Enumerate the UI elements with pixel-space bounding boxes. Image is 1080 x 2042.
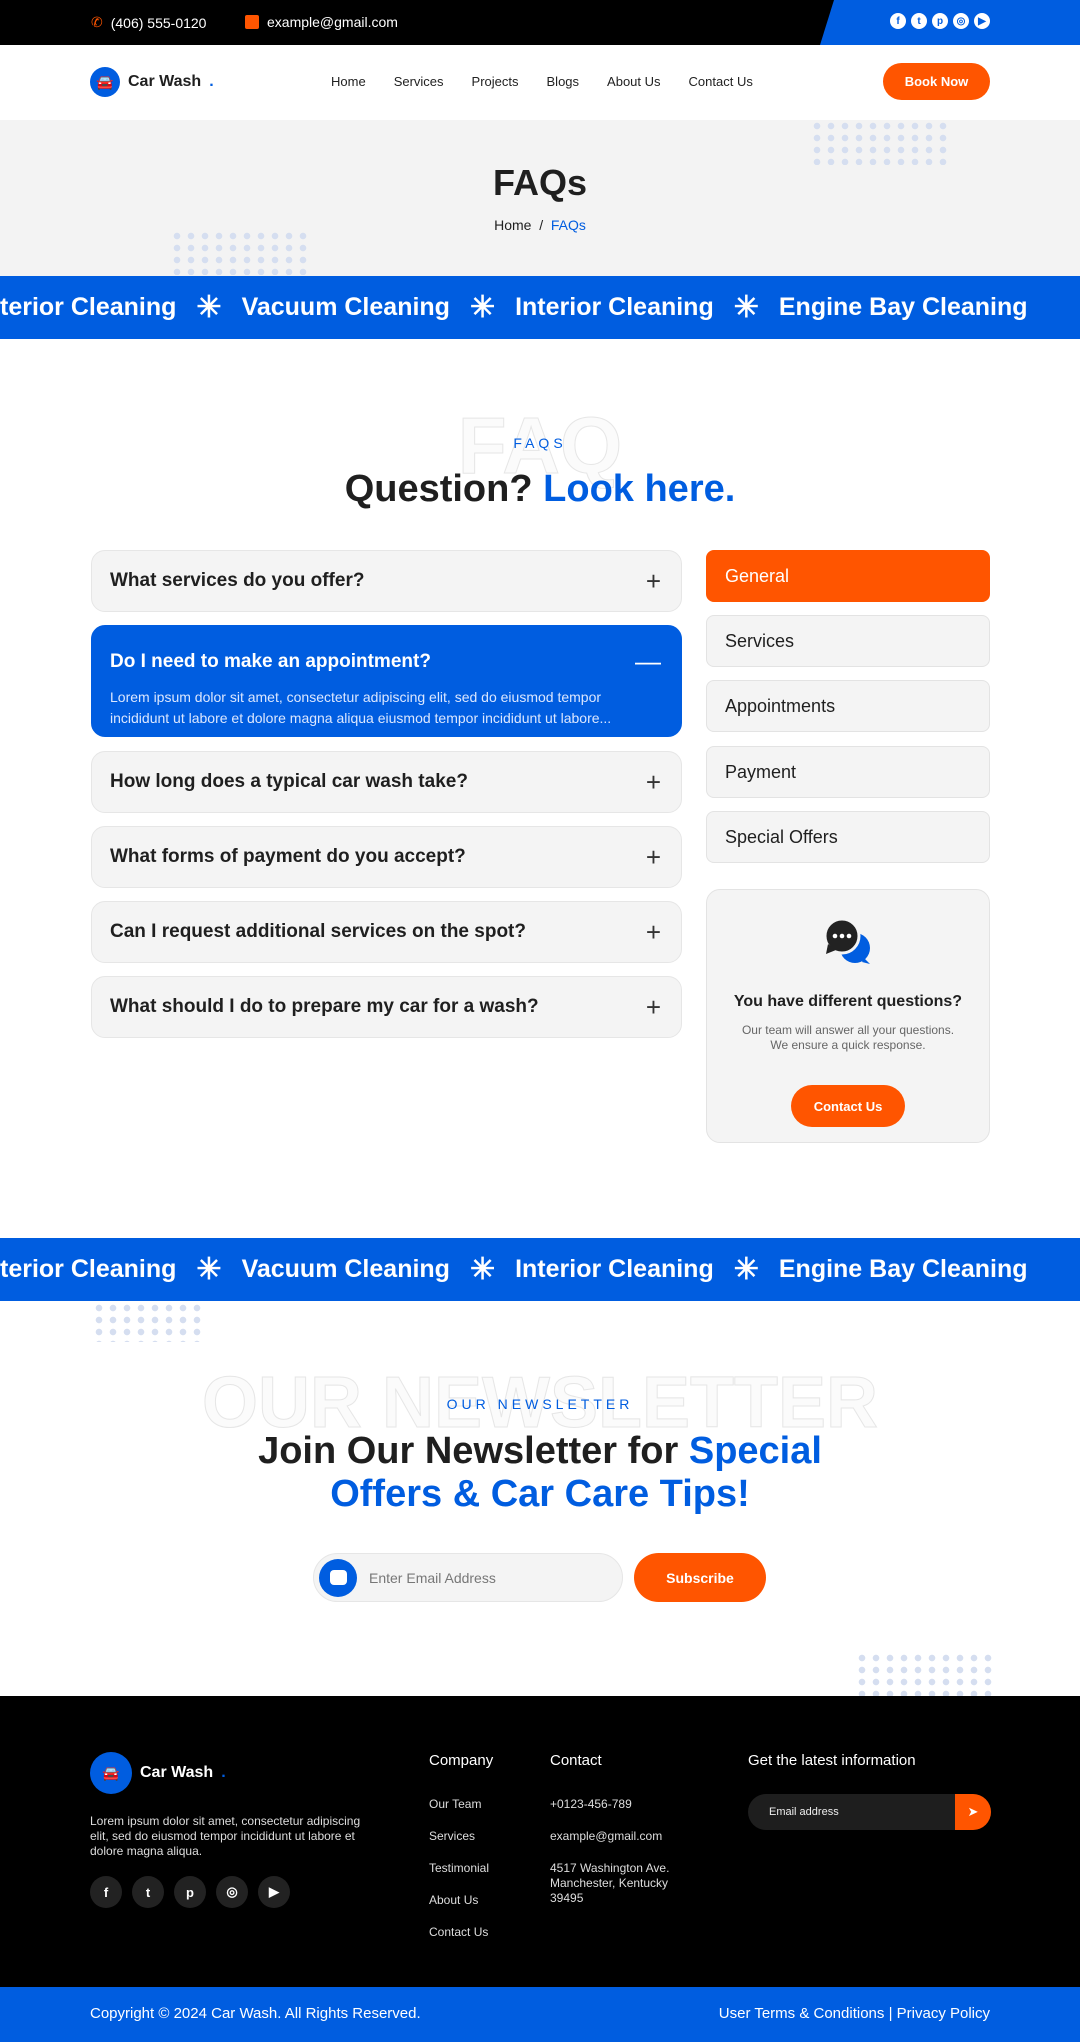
asterisk-icon: ✳ [196,1253,222,1286]
faq-label: FAQS [513,435,567,451]
plus-icon: + [645,841,661,872]
copyright: Copyright © 2024 Car Wash. All Rights Re… [90,2005,421,2022]
newsletter-label: OUR NEWSLETTER [446,1396,634,1412]
nav-about[interactable]: About Us [607,74,660,89]
category-general[interactable]: General [706,550,990,602]
youtube-icon[interactable]: ▶ [974,13,990,29]
footer-newsletter: Get the latest information [748,1752,916,1769]
breadcrumb: Home / FAQs [494,217,586,233]
questions-card: You have different questions? Our team w… [706,889,990,1143]
footer: 🚘 Car Wash. Lorem ipsum dolor sit amet, c… [0,1696,1080,1987]
social-links: f t p ◎ ▶ [890,13,990,29]
page-title: FAQs [492,162,588,203]
category-appointments[interactable]: Appointments [706,680,990,732]
instagram-icon[interactable]: ◎ [216,1876,248,1908]
facebook-icon[interactable]: f [890,13,906,29]
nav-contact[interactable]: Contact Us [689,74,753,89]
asterisk-icon: ✳ [733,1253,759,1286]
faq-item[interactable]: Can I request additional services on the… [91,901,682,963]
nav-blogs[interactable]: Blogs [547,74,580,89]
faq-item[interactable]: How long does a typical car wash take? + [91,751,682,813]
plus-icon: + [645,916,661,947]
logo[interactable]: 🚘 Car Wash. [90,67,214,97]
card-title: You have different questions? [733,993,963,1010]
newsletter-heading: Join Our Newsletter for Special Offers & … [258,1430,822,1515]
asterisk-icon: ✳ [196,291,222,324]
copyright-bar: Copyright © 2024 Car Wash. All Rights Re… [0,1987,1080,2042]
decor-dots [170,230,310,275]
minus-icon: — [635,646,661,676]
mail-icon [319,1558,357,1597]
newsletter-email-input[interactable]: Enter Email Address [313,1553,623,1602]
faq-item[interactable]: What should I do to prepare my car for a… [91,976,682,1038]
asterisk-icon: ✳ [469,291,496,324]
twitter-icon[interactable]: t [911,13,927,29]
category-special-offers[interactable]: Special Offers [706,811,990,863]
decor-dots [810,120,950,165]
plus-icon: + [645,565,661,596]
twitter-icon[interactable]: t [132,1876,164,1908]
facebook-icon[interactable]: f [90,1876,122,1908]
plus-icon: + [645,991,661,1022]
top-bar: ✆ (406) 555-0120 example@gmail.com f t p … [0,0,1080,45]
footer-socials: f t p ◎ ▶ [90,1876,290,1908]
asterisk-icon: ✳ [469,1253,496,1286]
pinterest-icon[interactable]: p [932,13,948,29]
faq-item-expanded[interactable]: Do I need to make an appointment? — Lorem… [91,625,682,737]
chat-bubbles-icon [823,917,870,964]
faq-item[interactable]: What forms of payment do you accept? + [91,826,682,888]
contact-us-button[interactable]: Contact Us [791,1085,905,1127]
send-icon[interactable]: ➤ [955,1794,991,1830]
plus-icon: + [645,766,661,797]
category-payment[interactable]: Payment [706,746,990,798]
category-services[interactable]: Services [706,615,990,667]
email-contact[interactable]: example@gmail.com [245,14,398,30]
faq-heading: Question? Look here. [344,468,736,510]
footer-about: Lorem ipsum dolor sit amet, consectetur … [90,1814,361,1858]
car-icon: 🚘 [90,1752,132,1794]
instagram-icon[interactable]: ◎ [953,13,969,29]
footer-email-input[interactable]: Email address ➤ [748,1794,991,1830]
nav-projects[interactable]: Projects [472,74,519,89]
footer-company: Company Our Team Services Testimonial About… [429,1752,494,1939]
footer-logo[interactable]: 🚘 Car Wash. [90,1752,226,1794]
faq-item[interactable]: What services do you offer? + [91,550,682,612]
nav-services[interactable]: Services [394,74,444,89]
nav-links: Home Services Projects Blogs About Us Co… [331,74,753,89]
phone-icon: ✆ [91,14,103,30]
terms-link[interactable]: User Terms & Conditions [719,2005,885,2022]
car-icon: 🚘 [90,67,120,97]
pinterest-icon[interactable]: p [174,1876,206,1908]
services-marquee: terior Cleaning ✳ Vacuum Cleaning ✳ Interi… [0,1238,1080,1301]
nav-home[interactable]: Home [331,74,366,89]
subscribe-button[interactable]: Subscribe [634,1553,766,1602]
navbar: 🚘 Car Wash. Home Services Projects Blogs … [0,45,1080,120]
youtube-icon[interactable]: ▶ [258,1876,290,1908]
page-hero: FAQs Home / FAQs [0,120,1080,276]
services-marquee: terior Cleaning ✳ Vacuum Cleaning ✳ Interi… [0,276,1080,339]
decor-dots [855,1652,995,1696]
faq-answer: Lorem ipsum dolor sit amet, consectetur … [110,689,612,726]
mail-icon [245,15,259,29]
decor-dots [92,1302,202,1342]
privacy-link[interactable]: Privacy Policy [897,2005,990,2022]
asterisk-icon: ✳ [733,291,759,324]
footer-contact: Contact +0123-456-789 example@gmail.com 45… [550,1752,670,1905]
book-now-button[interactable]: Book Now [883,63,990,100]
phone-contact[interactable]: ✆ (406) 555-0120 [91,14,206,31]
